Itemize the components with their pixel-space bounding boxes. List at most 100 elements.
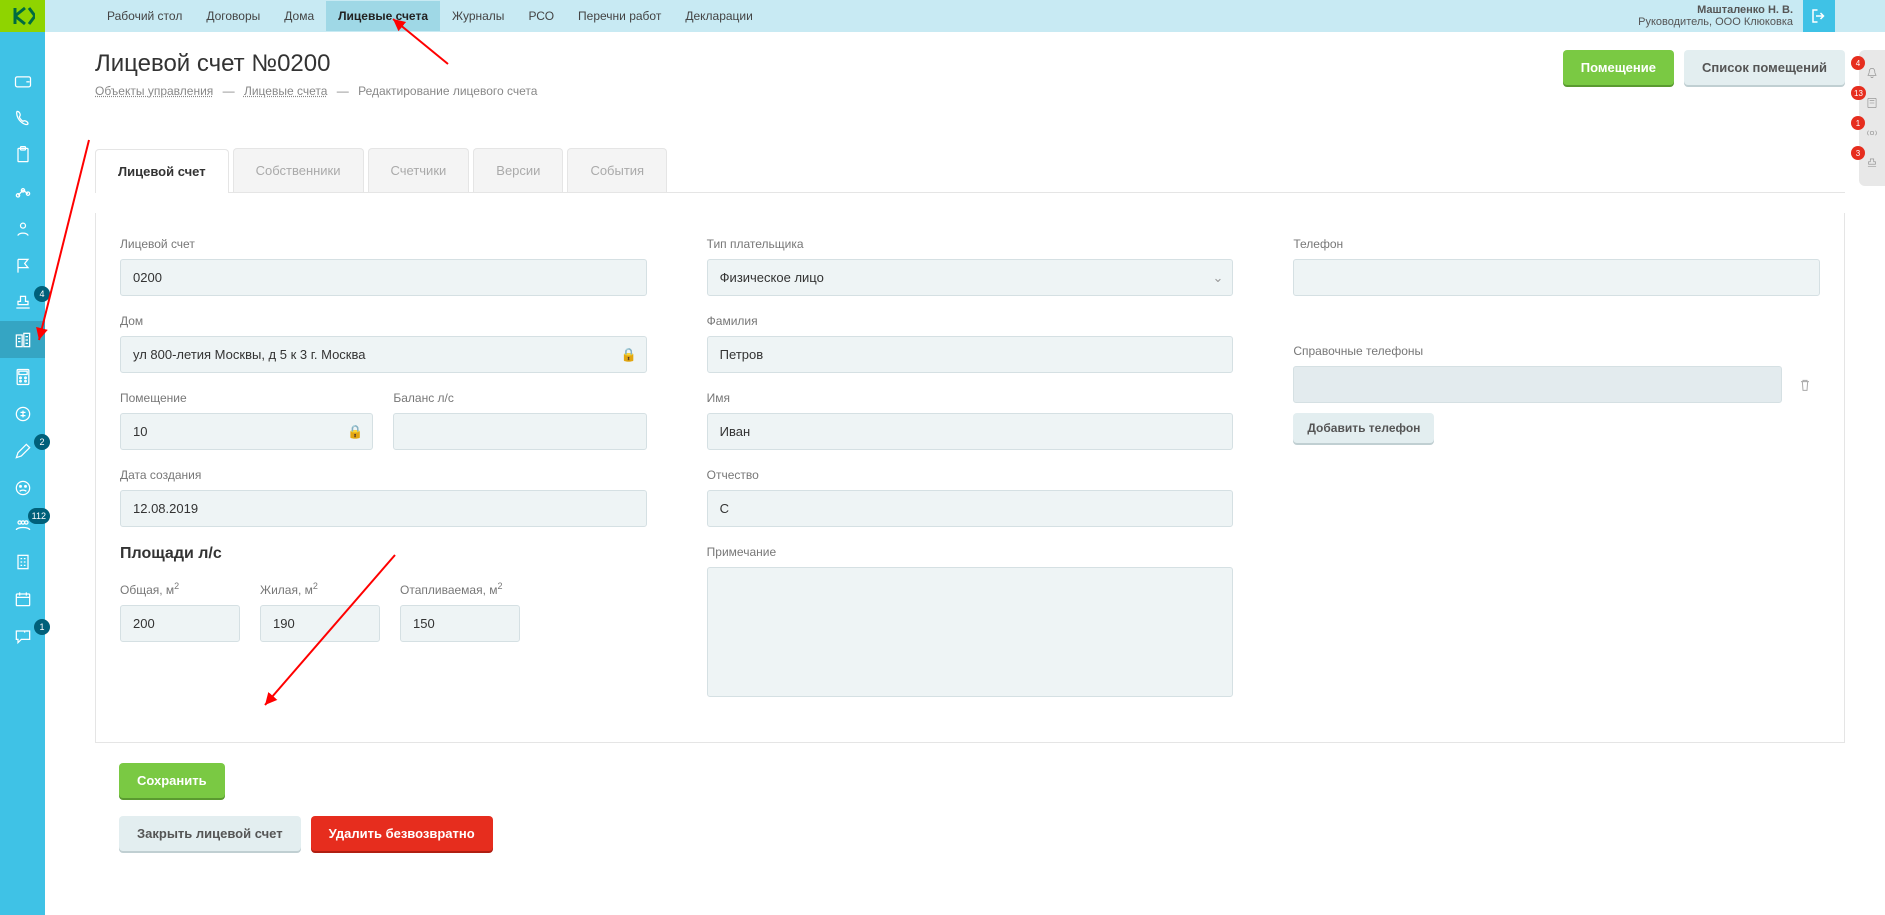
phone-icon <box>13 108 33 128</box>
topnav-item-desktop[interactable]: Рабочий стол <box>95 1 194 31</box>
topnav-item-journals[interactable]: Журналы <box>440 1 516 31</box>
topnav-item-declarations[interactable]: Декларации <box>673 1 765 31</box>
label-account: Лицевой счет <box>120 237 647 251</box>
label-created: Дата создания <box>120 468 647 482</box>
label-area-heat: Отапливаемая, м2 <box>400 581 520 597</box>
page-title: Лицевой счет №0200 <box>95 50 1563 78</box>
trash-icon <box>1797 377 1813 393</box>
lock-icon: 🔒 <box>620 347 636 363</box>
sidebar-item-group[interactable]: 112 <box>0 506 45 543</box>
stamp2-icon <box>1865 156 1879 170</box>
label-house: Дом <box>120 314 647 328</box>
tab-owners[interactable]: Собственники <box>233 148 364 192</box>
sidebar-item-phone[interactable] <box>0 99 45 136</box>
topnav-item-rso[interactable]: РСО <box>516 1 566 31</box>
delete-button[interactable]: Удалить безвозвратно <box>311 816 493 851</box>
sidebar-item-building2[interactable] <box>0 543 45 580</box>
sidebar-item-sad[interactable] <box>0 469 45 506</box>
badge: 13 <box>1851 86 1866 100</box>
tab-events[interactable]: События <box>567 148 667 192</box>
balance-input[interactable] <box>393 413 646 450</box>
patronymic-input[interactable] <box>707 490 1234 527</box>
label-note: Примечание <box>707 545 1234 559</box>
building2-icon <box>13 552 33 572</box>
badge: 3 <box>1851 146 1865 160</box>
sidebar-item-chart[interactable] <box>0 173 45 210</box>
topnav-item-houses[interactable]: Дома <box>272 1 326 31</box>
tabs: Лицевой счет Собственники Счетчики Верси… <box>95 148 1845 193</box>
label-patronymic: Отчество <box>707 468 1234 482</box>
sidebar-item-people[interactable] <box>0 210 45 247</box>
user-block[interactable]: Машталенко Н. В. Руководитель, ООО Клюко… <box>1638 4 1803 28</box>
room-button[interactable]: Помещение <box>1563 50 1674 85</box>
sidebar-item-stamp[interactable]: 4 <box>0 284 45 321</box>
label-room: Помещение <box>120 391 373 405</box>
breadcrumb-current: Редактирование лицевого счета <box>358 84 537 98</box>
label-payer-type: Тип плательщика <box>707 237 1234 251</box>
calendar-icon <box>13 589 33 609</box>
lastname-input[interactable] <box>707 336 1234 373</box>
phone-input[interactable] <box>1293 259 1820 296</box>
note-textarea[interactable] <box>707 567 1234 697</box>
sidebar-item-calendar[interactable] <box>0 580 45 617</box>
topnav-item-works[interactable]: Перечни работ <box>566 1 673 31</box>
topnav-item-accounts[interactable]: Лицевые счета <box>326 1 440 31</box>
payer-type-select[interactable] <box>707 259 1234 296</box>
tab-meters[interactable]: Счетчики <box>368 148 470 192</box>
created-input[interactable] <box>120 490 647 527</box>
people-icon <box>13 219 33 239</box>
account-input[interactable] <box>120 259 647 296</box>
clipboard-icon <box>13 145 33 165</box>
badge: 4 <box>1851 56 1865 70</box>
sidebar-item-chat[interactable]: 1 <box>0 617 45 654</box>
rp-stamp[interactable]: 3 <box>1859 148 1885 178</box>
delete-phone-button[interactable] <box>1790 370 1820 400</box>
user-role: Руководитель, ООО Клюковка <box>1638 16 1793 28</box>
save-button[interactable]: Сохранить <box>119 763 225 798</box>
sad-icon <box>13 478 33 498</box>
app-logo[interactable] <box>0 0 45 32</box>
topnav-item-contracts[interactable]: Договоры <box>194 1 272 31</box>
badge: 1 <box>34 619 50 635</box>
sidebar-item-wallet[interactable] <box>0 62 45 99</box>
sidebar-item-calculator[interactable] <box>0 358 45 395</box>
edit-icon <box>13 441 33 461</box>
rp-bell[interactable]: 4 <box>1859 58 1885 88</box>
breadcrumb-link-1[interactable]: Объекты управления <box>95 84 213 98</box>
area-total-input[interactable] <box>120 605 240 642</box>
badge: 2 <box>34 434 50 450</box>
ref-phone-input[interactable] <box>1293 366 1782 403</box>
logout-icon <box>1810 7 1828 25</box>
sidebar-item-coin[interactable] <box>0 395 45 432</box>
add-phone-button[interactable]: Добавить телефон <box>1293 413 1434 443</box>
rp-broadcast[interactable]: 1 <box>1859 118 1885 148</box>
room-input <box>120 413 373 450</box>
areas-title: Площади л/с <box>120 545 647 563</box>
right-panel: 4 13 1 3 <box>1859 50 1885 186</box>
sidebar-item-building[interactable] <box>0 321 45 358</box>
chevron-down-icon: ⌄ <box>1212 270 1223 286</box>
close-account-button[interactable]: Закрыть лицевой счет <box>119 816 301 851</box>
label-balance: Баланс л/с <box>393 391 646 405</box>
room-list-button[interactable]: Список помещений <box>1684 50 1845 85</box>
tab-versions[interactable]: Версии <box>473 148 563 192</box>
bell-icon <box>1865 66 1879 80</box>
sidebar-item-flag[interactable] <box>0 247 45 284</box>
logout-button[interactable] <box>1803 0 1835 32</box>
note-icon <box>1865 96 1879 110</box>
area-heat-input[interactable] <box>400 605 520 642</box>
rp-note[interactable]: 13 <box>1859 88 1885 118</box>
logo-icon <box>11 4 35 28</box>
firstname-input[interactable] <box>707 413 1234 450</box>
area-live-input[interactable] <box>260 605 380 642</box>
badge: 112 <box>28 508 50 524</box>
sidebar-item-edit[interactable]: 2 <box>0 432 45 469</box>
breadcrumb-link-2[interactable]: Лицевые счета <box>244 84 327 98</box>
label-area-total: Общая, м2 <box>120 581 240 597</box>
badge: 1 <box>1851 116 1865 130</box>
label-lastname: Фамилия <box>707 314 1234 328</box>
tab-account[interactable]: Лицевой счет <box>95 149 229 193</box>
topnav: Рабочий стол Договоры Дома Лицевые счета… <box>45 0 1885 32</box>
sidebar-item-clipboard[interactable] <box>0 136 45 173</box>
label-area-live: Жилая, м2 <box>260 581 380 597</box>
